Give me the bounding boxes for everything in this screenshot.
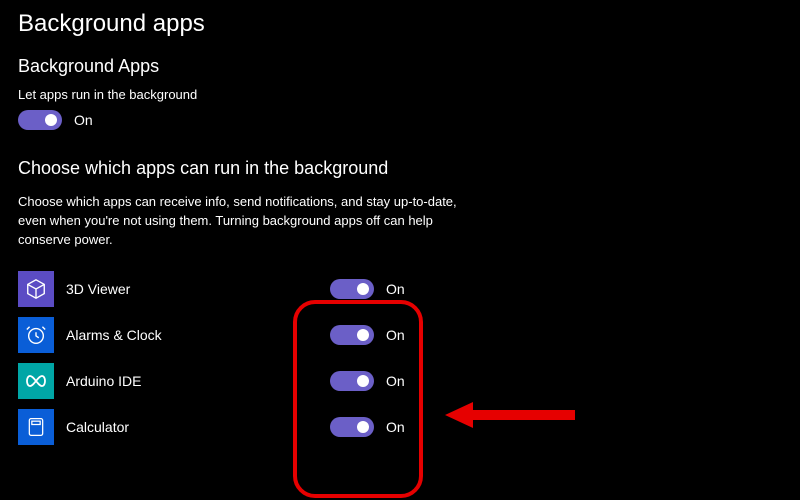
app-row: Arduino IDE On [18, 358, 782, 404]
master-toggle-label: Let apps run in the background [18, 87, 782, 102]
app-icon-infinity [18, 363, 54, 399]
app-row: Alarms & Clock On [18, 312, 782, 358]
app-name: Arduino IDE [66, 373, 141, 389]
master-toggle[interactable] [18, 110, 62, 130]
choose-description: Choose which apps can receive info, send… [18, 193, 458, 250]
app-icon-alarm [18, 317, 54, 353]
section-heading-master: Background Apps [18, 56, 782, 77]
app-toggle-state: On [386, 281, 405, 297]
app-toggle[interactable] [330, 371, 374, 391]
app-toggle-state: On [386, 419, 405, 435]
app-toggle[interactable] [330, 325, 374, 345]
app-name: Calculator [66, 419, 129, 435]
app-toggle-state: On [386, 327, 405, 343]
master-toggle-state: On [74, 112, 93, 128]
app-row: Calculator On [18, 404, 782, 450]
app-name: 3D Viewer [66, 281, 130, 297]
app-toggle[interactable] [330, 279, 374, 299]
section-heading-choose: Choose which apps can run in the backgro… [18, 158, 782, 179]
app-toggle-state: On [386, 373, 405, 389]
app-toggle[interactable] [330, 417, 374, 437]
app-row: 3D Viewer On [18, 266, 782, 312]
app-name: Alarms & Clock [66, 327, 162, 343]
app-icon-calc [18, 409, 54, 445]
master-toggle-row: On [18, 110, 782, 130]
page-title: Background apps [18, 10, 782, 38]
app-icon-cube [18, 271, 54, 307]
